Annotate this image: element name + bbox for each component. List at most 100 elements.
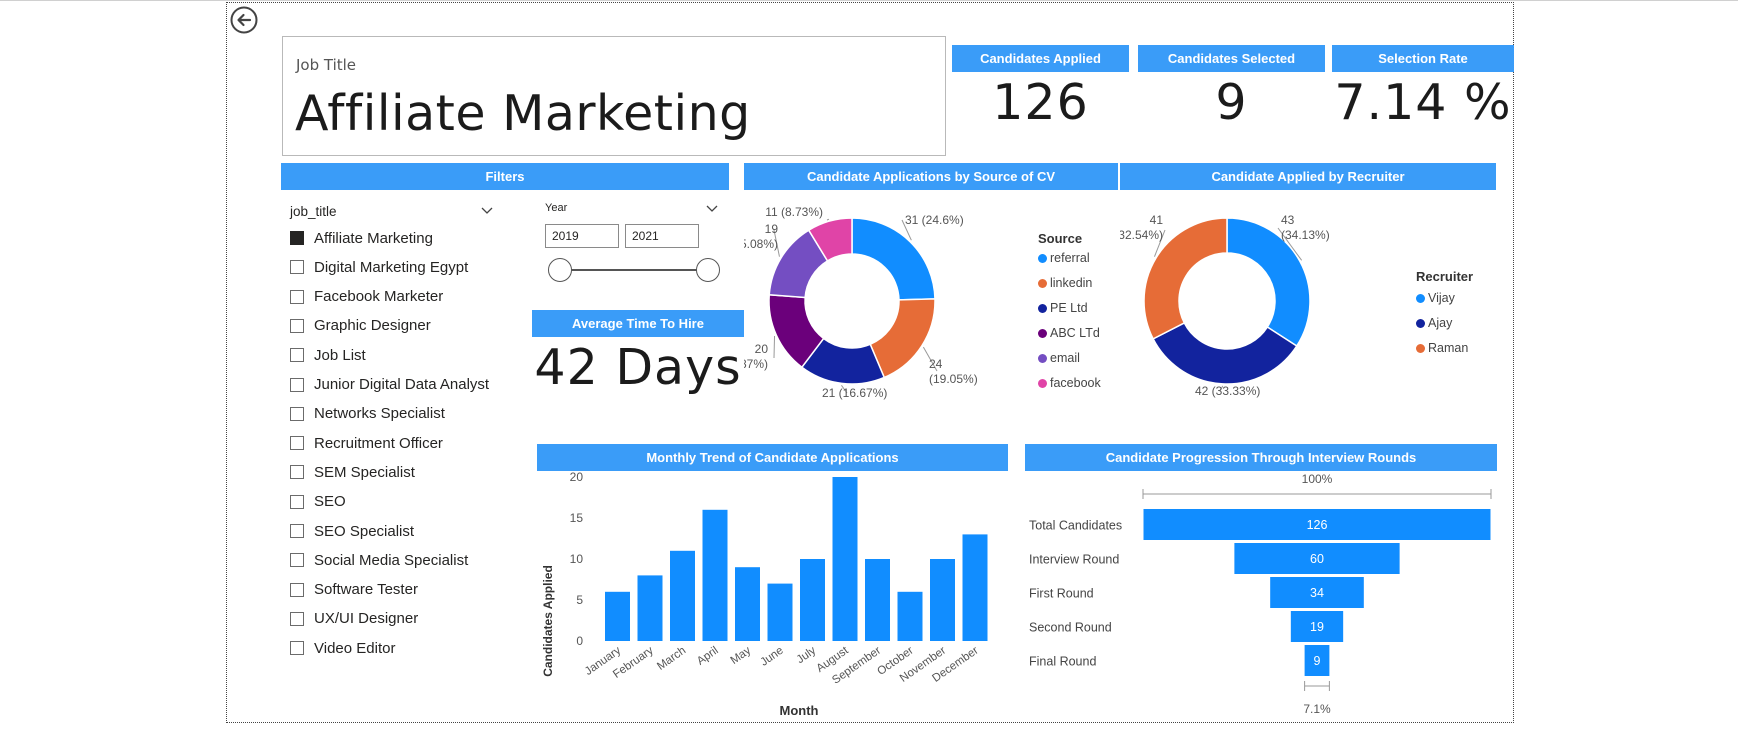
job-title-option-label: SEO Specialist [314, 522, 415, 540]
year-range-end-handle[interactable] [696, 258, 720, 282]
legend-swatch [1416, 343, 1425, 353]
monthly-bar-chart: Candidates Applied Month 05101520 Januar… [541, 471, 988, 718]
avg-time-value: 42 Days [534, 339, 742, 396]
legend-swatch [1038, 303, 1047, 313]
bar-january[interactable] [605, 591, 630, 641]
job-title-option-label: Recruitment Officer [314, 434, 443, 452]
job-title-option[interactable]: Junior Digital Data Analyst [290, 374, 489, 396]
year-to-input[interactable]: 2021 [625, 224, 699, 248]
year-slicer-label: Year [545, 202, 568, 214]
checkbox[interactable] [290, 524, 304, 538]
leader-line [773, 335, 776, 359]
slice-data-label: 41 [1150, 213, 1164, 227]
checkbox[interactable] [290, 377, 304, 392]
legend-item[interactable]: linkedin [1038, 276, 1092, 290]
y-tick-label: 20 [570, 471, 584, 484]
checkbox[interactable] [290, 260, 304, 275]
recruiter-donut-chart: 43(34.13%) 42 (33.33%) 41(32.54%) [1120, 213, 1330, 398]
chevron-down-icon[interactable] [705, 203, 719, 215]
x-tick-label: July [795, 644, 819, 666]
back-button[interactable] [230, 6, 258, 34]
slice-data-label: 42 (33.33%) [1195, 384, 1260, 398]
job-title-option[interactable]: Job List [290, 344, 366, 366]
checkbox[interactable] [290, 231, 304, 245]
job-title-option[interactable]: Social Media Specialist [290, 549, 468, 571]
job-title-option[interactable]: Affiliate Marketing [290, 227, 433, 249]
job-title-option[interactable]: SEO Specialist [290, 520, 414, 542]
filters-header: Filters [281, 163, 729, 190]
job-title-option[interactable]: Video Editor [290, 637, 395, 659]
job-title-option[interactable]: Facebook Marketer [290, 286, 443, 308]
legend-item[interactable]: email [1038, 351, 1080, 365]
slice-data-label: (15.87%) [744, 357, 768, 371]
checkbox[interactable] [290, 289, 304, 304]
top-divider [0, 0, 1738, 1]
legend-item[interactable]: referral [1038, 251, 1090, 265]
job-title-slicer-header[interactable]: job_title [290, 203, 500, 221]
bar-may[interactable] [735, 567, 760, 641]
legend-swatch [1038, 328, 1047, 338]
job-title-option[interactable]: SEM Specialist [290, 461, 415, 483]
funnel-top-percent: 100% [1302, 472, 1333, 486]
checkbox[interactable] [290, 641, 304, 656]
donut-slice-ajay[interactable] [1152, 321, 1298, 385]
job-title-option[interactable]: UX/UI Designer [290, 608, 418, 630]
funnel-stage-label: First Round [1029, 587, 1094, 601]
checkbox[interactable] [290, 318, 304, 333]
job-title-option-label: Graphic Designer [314, 317, 431, 335]
leader-line [826, 218, 830, 221]
job-title-option-label: Software Tester [314, 581, 418, 599]
job-title-option-label: Networks Specialist [314, 405, 445, 423]
bar-october[interactable] [897, 591, 923, 641]
checkbox[interactable] [290, 553, 304, 568]
job-title-option[interactable]: Networks Specialist [290, 403, 445, 425]
checkbox[interactable] [290, 436, 304, 451]
checkbox[interactable] [290, 582, 304, 597]
year-range-start-handle[interactable] [548, 258, 572, 282]
slice-data-label: 24 [929, 357, 943, 371]
bar-march[interactable] [670, 550, 695, 641]
bar-june[interactable] [767, 583, 793, 641]
legend-item[interactable]: Ajay [1416, 316, 1452, 330]
bar-july[interactable] [800, 559, 825, 641]
bar-september[interactable] [865, 559, 890, 641]
slice-data-label: (15.08%) [744, 237, 778, 251]
bar-november[interactable] [930, 559, 955, 641]
job-title-option[interactable]: Digital Marketing Egypt [290, 256, 468, 278]
legend-swatch [1038, 353, 1047, 363]
legend-item[interactable]: ABC LTd [1038, 326, 1100, 340]
bar-august[interactable] [832, 477, 858, 641]
checkbox[interactable] [290, 611, 304, 626]
year-slicer-header[interactable]: Year [545, 202, 720, 218]
checkbox[interactable] [290, 465, 304, 480]
slice-data-label: 19 [765, 222, 779, 236]
checkbox[interactable] [290, 348, 304, 363]
job-title-option[interactable]: Software Tester [290, 579, 418, 601]
checkbox[interactable] [290, 406, 304, 421]
legend-item[interactable]: Vijay [1416, 291, 1455, 305]
slice-data-label: 43 [1281, 213, 1295, 227]
job-title-option[interactable]: SEO [290, 491, 346, 513]
legend-label: PE Ltd [1050, 301, 1088, 315]
job-title-option[interactable]: Graphic Designer [290, 315, 431, 337]
job-title-card: Job Title Affiliate Marketing [282, 36, 946, 156]
bar-february[interactable] [637, 575, 663, 641]
legend-item[interactable]: Raman [1416, 341, 1468, 355]
chevron-down-icon[interactable] [480, 205, 494, 217]
bar-april[interactable] [702, 509, 728, 641]
recruiter-legend-title: Recruiter [1416, 269, 1474, 284]
avg-time-header: Average Time To Hire [532, 310, 744, 337]
slice-data-label: 11 (8.73%) [765, 205, 823, 219]
checkbox[interactable] [290, 494, 304, 509]
job-title-option[interactable]: Recruitment Officer [290, 432, 443, 454]
legend-item[interactable]: facebook [1038, 376, 1101, 390]
y-tick-label: 0 [576, 634, 583, 648]
legend-item[interactable]: PE Ltd [1038, 301, 1088, 315]
bar-december[interactable] [962, 534, 988, 641]
y-tick-label: 5 [576, 593, 583, 607]
funnel-value: 19 [1310, 620, 1324, 634]
donut-slice-referral[interactable] [851, 217, 936, 301]
legend-swatch [1416, 318, 1425, 328]
slice-data-label: (19.05%) [929, 372, 978, 386]
year-from-input[interactable]: 2019 [545, 224, 619, 248]
